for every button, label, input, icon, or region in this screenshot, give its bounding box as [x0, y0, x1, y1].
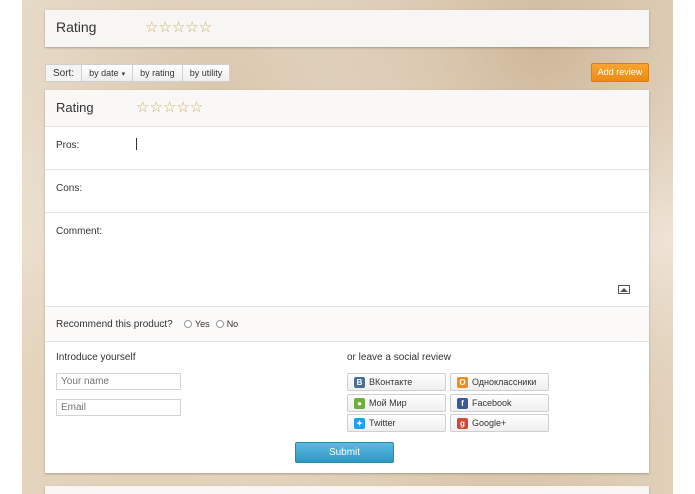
mymir-label: Мой Мир [369, 398, 407, 408]
chevron-down-icon: ▾ [121, 71, 126, 78]
submit-button[interactable]: Submit [295, 442, 394, 463]
recommend-label: Recommend this product? [56, 319, 173, 330]
pros-row[interactable]: Pros: [45, 127, 649, 170]
twitter-label: Twitter [369, 418, 396, 428]
comment-label: Comment: [56, 226, 103, 237]
vk-label: ВКонтакте [369, 377, 413, 387]
ok-icon: О [457, 376, 468, 388]
sort-by-date-button[interactable]: by date ▾ [81, 64, 134, 82]
image-upload-icon[interactable] [618, 285, 630, 294]
recommend-yes-label: Yes [195, 319, 210, 329]
facebook-icon: f [457, 397, 468, 409]
vk-icon: В [354, 376, 365, 388]
email-input[interactable] [56, 399, 181, 416]
name-input[interactable] [56, 373, 181, 390]
vk-button[interactable]: В ВКонтакте [347, 373, 446, 391]
sort-by-rating-button[interactable]: by rating [132, 64, 183, 82]
sort-bar: Sort: by date ▾ by rating by utility [45, 64, 231, 82]
sort-label: Sort: [45, 64, 83, 82]
recommend-row: Recommend this product? Yes No [45, 307, 649, 342]
star-rating-icon: ☆☆☆☆☆ [145, 18, 213, 36]
googleplus-button[interactable]: g Google+ [450, 414, 549, 432]
sort-by-date-label: by date [89, 68, 119, 78]
twitter-button[interactable]: ✦ Twitter [347, 414, 446, 432]
social-review-heading: or leave a social review [347, 352, 451, 363]
text-cursor [136, 138, 137, 150]
add-review-button[interactable]: Add review [591, 63, 649, 82]
sort-by-utility-button[interactable]: by utility [181, 64, 231, 82]
twitter-icon: ✦ [354, 417, 365, 429]
next-panel-edge [45, 486, 649, 494]
rating-row: Rating ☆☆☆☆☆ [45, 90, 649, 127]
star-rating-input-icon[interactable]: ☆☆☆☆☆ [136, 98, 203, 116]
rating-title: Rating [56, 19, 97, 35]
odnoklassniki-button[interactable]: О Одноклассники [450, 373, 549, 391]
cons-label: Cons: [56, 183, 83, 194]
mymir-icon: ● [354, 397, 365, 409]
facebook-button[interactable]: f Facebook [450, 394, 549, 412]
recommend-no-label: No [226, 319, 239, 329]
comment-row[interactable]: Comment: [45, 213, 649, 307]
facebook-label: Facebook [472, 398, 512, 408]
cons-row[interactable]: Cons: [45, 170, 649, 213]
mymir-button[interactable]: ● Мой Мир [347, 394, 446, 412]
rating-summary-panel: Rating ☆☆☆☆☆ [45, 10, 649, 47]
recommend-yes-radio[interactable] [184, 320, 192, 328]
odnoklassniki-label: Одноклассники [472, 377, 537, 387]
pros-label: Pros: [56, 140, 80, 151]
recommend-radio-group: Yes No [184, 319, 244, 329]
googleplus-label: Google+ [472, 418, 507, 428]
introduce-heading: Introduce yourself [56, 352, 136, 363]
rating-label: Rating [56, 100, 94, 115]
googleplus-icon: g [457, 417, 468, 429]
review-form: Rating ☆☆☆☆☆ Pros: Cons: Comment: Recomm… [45, 90, 649, 473]
recommend-no-radio[interactable] [215, 320, 224, 328]
